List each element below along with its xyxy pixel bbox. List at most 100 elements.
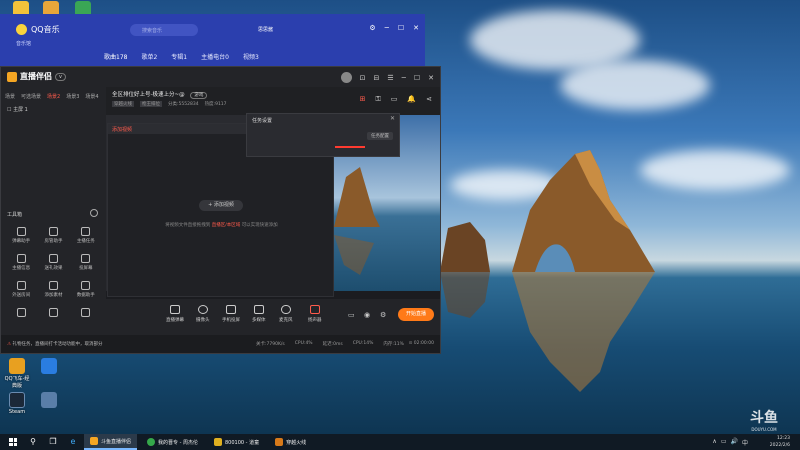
avatar[interactable]	[340, 72, 352, 83]
room-title[interactable]: 全区排位好上号-极速上分~@ 游戏	[112, 90, 208, 99]
tool-extra-3[interactable]	[70, 308, 102, 319]
start-stream-button[interactable]: 开始直播	[398, 308, 434, 321]
windows-start-icon[interactable]	[6, 435, 20, 449]
tool-extra-2[interactable]	[37, 308, 69, 319]
tool-streamer-info[interactable]: 主播信息	[5, 254, 37, 271]
qq-nav-radio[interactable]: 主播电台0	[201, 52, 229, 61]
control-multimedia[interactable]: 多媒体	[252, 305, 266, 323]
hint-link[interactable]: 直播区/本区域	[212, 223, 241, 228]
room-category[interactable]: 穿越火线	[112, 101, 134, 107]
tool-data-assistant[interactable]: 数据助手	[70, 281, 102, 298]
desktop-icon-qq-speed[interactable]: QQ飞车-经典版	[4, 358, 30, 389]
lock-icon[interactable]: ⚿	[375, 95, 380, 104]
search-icon[interactable]: ⚲	[26, 435, 40, 449]
settings-icon[interactable]: ⚙	[369, 24, 375, 32]
tab-scene[interactable]: 场景	[5, 93, 15, 100]
menu-icon[interactable]: ☰	[387, 74, 393, 82]
tab-scene-3[interactable]: 场景3	[66, 93, 79, 100]
bell-icon[interactable]: 🔔	[407, 95, 416, 104]
qq-nav-songs[interactable]: 歌曲178	[104, 52, 127, 61]
qq-music-subtitle[interactable]: 音乐馆	[16, 40, 31, 47]
taskbar-item-crossfire[interactable]: 穿越火线	[269, 434, 312, 450]
tab-optional-scene[interactable]: 可选场景	[21, 93, 41, 100]
panel-icon[interactable]: ⊟	[373, 74, 379, 82]
desktop-icon-7[interactable]	[36, 392, 62, 409]
status-message[interactable]: ⚠ 礼物任务，直播间打卡活动功能中，取消部分	[7, 341, 102, 347]
info-icon	[16, 254, 26, 263]
control-label: 手机投屏	[222, 318, 240, 323]
tool-gift-effect[interactable]: 送礼效果	[37, 254, 69, 271]
control-speaker[interactable]: 扬声器	[308, 305, 322, 323]
system-tray: ∧ ▭ 🔊 中	[712, 438, 748, 447]
phone-cast-icon	[226, 305, 236, 314]
screen-icon[interactable]: ▭	[391, 95, 398, 104]
qq-music-brand[interactable]: QQ音乐	[16, 24, 60, 35]
tool-extra-1[interactable]	[5, 308, 37, 319]
task-view-icon[interactable]: ❐	[46, 435, 60, 449]
tool-external-room[interactable]: 外送房间	[5, 281, 37, 298]
tool-cast-screen[interactable]: 投屏幕	[70, 254, 102, 271]
input-method-icon[interactable]: 中	[742, 438, 748, 447]
maximize-icon[interactable]: ☐	[414, 74, 420, 82]
control-microphone[interactable]: 麦克风	[279, 305, 293, 323]
room-tag[interactable]: 游戏	[190, 92, 208, 99]
qq-music-user[interactable]: 思思酱	[258, 26, 273, 33]
minimize-icon[interactable]: ─	[385, 24, 389, 32]
edge-icon[interactable]: e	[66, 435, 80, 449]
grid-icon[interactable]: ⊞	[360, 95, 366, 104]
control-danmu[interactable]: 直播弹幕	[166, 305, 184, 323]
clock-time: 12:23	[777, 436, 790, 441]
tab-scene-4[interactable]: 场景4	[85, 93, 98, 100]
app-badge: v	[55, 72, 66, 81]
desktop-icon-5[interactable]	[36, 358, 62, 375]
stat-cpu-total: CPU:14%	[352, 341, 374, 346]
taskbar-item-music[interactable]: 我的晋专 - 周杰伦	[141, 434, 204, 450]
danmu-icon	[170, 305, 180, 314]
gear-icon[interactable]: ⚙	[380, 311, 386, 319]
tool-streamer-task[interactable]: 主播任务	[70, 227, 102, 244]
taskbar-item-game[interactable]: 800100 - 道童	[208, 434, 265, 450]
material-icon	[48, 281, 58, 290]
desktop-icon-steam[interactable]: Steam	[4, 392, 30, 415]
tool-room-manager[interactable]: 房管助手	[37, 227, 69, 244]
record-icon[interactable]: ▭	[348, 311, 355, 319]
task-settings-popup: 任务设置 ✕ 任务配置	[246, 113, 400, 157]
camera-icon	[197, 305, 208, 314]
control-camera[interactable]: 摄像头	[196, 305, 210, 323]
control-label: 直播弹幕	[166, 318, 184, 323]
eye-icon[interactable]: ◉	[364, 311, 370, 319]
music-icon	[147, 438, 156, 446]
qq-nav-albums[interactable]: 专辑1	[171, 52, 187, 61]
close-icon[interactable]: ✕	[390, 115, 395, 122]
taskbar-item-label: 我的晋专 - 周杰伦	[158, 439, 198, 446]
room-subcategory[interactable]: 枪王排位	[140, 101, 162, 107]
qq-speed-icon	[9, 358, 25, 374]
add-video-button[interactable]: + 添加视频	[199, 200, 243, 211]
share-icon[interactable]: ⋖	[426, 95, 432, 104]
tool-add-material[interactable]: 添加素材	[37, 281, 69, 298]
toolbox-more-icon[interactable]	[90, 209, 98, 217]
qq-music-search-input[interactable]: 搜索音乐	[130, 24, 198, 36]
streaming-app-window: 直播伴侣 v ⊡ ⊟ ☰ ─ ☐ ✕ 场景 可选场景 场景2 场景3 场景4 ☐…	[0, 66, 441, 354]
battery-icon[interactable]: ▭	[721, 438, 727, 447]
volume-icon[interactable]: 🔊	[731, 438, 738, 447]
scene-item-main[interactable]: ☐ 主屏 1	[1, 106, 106, 113]
maximize-icon[interactable]: ☐	[398, 24, 404, 32]
task-config-button[interactable]: 任务配置	[367, 132, 393, 140]
gift-icon	[48, 254, 58, 263]
close-icon[interactable]: ✕	[428, 74, 434, 82]
chevron-up-icon[interactable]: ∧	[712, 438, 716, 447]
stat-memory: 内存:11%	[383, 342, 404, 347]
minimize-icon[interactable]: ─	[402, 74, 406, 82]
taskbar-item-douyu[interactable]: 斗鱼直播伴侣	[84, 434, 138, 450]
clock[interactable]: 12:23 2022/2/6	[770, 435, 790, 449]
tool-danmu-assistant[interactable]: 弹幕助手	[5, 227, 37, 244]
control-phone-cast[interactable]: 手机投屏	[222, 305, 240, 323]
status-message-text: 礼物任务，直播间打卡活动功能中，取消部分	[12, 342, 103, 347]
tab-scene-2[interactable]: 场景2	[47, 93, 60, 100]
qq-nav-playlists[interactable]: 歌单2	[141, 52, 157, 61]
close-icon[interactable]: ✕	[413, 24, 419, 32]
qq-nav-videos[interactable]: 视频3	[243, 52, 259, 61]
screen-icon[interactable]: ⊡	[360, 74, 366, 82]
crossfire-icon	[275, 438, 284, 446]
